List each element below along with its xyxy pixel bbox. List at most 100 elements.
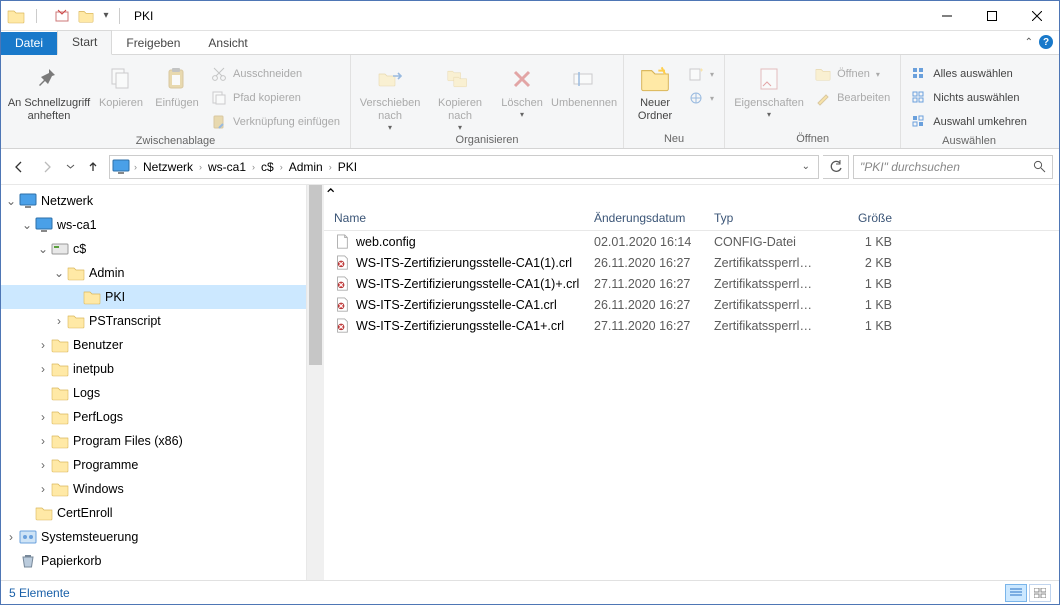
tree-node-certenroll[interactable]: CertEnroll <box>1 501 306 525</box>
copy-to-button[interactable]: Kopieren nach▾ <box>427 61 493 132</box>
nav-tree[interactable]: ⌄Netzwerk ⌄ws-ca1 ⌄c$ ⌄Admin PKI ›PSTran… <box>1 185 307 580</box>
folder-icon <box>67 264 85 282</box>
collapse-ribbon-icon[interactable]: ⌃ <box>1025 37 1033 48</box>
delete-button[interactable]: Löschen▾ <box>497 61 547 119</box>
col-type[interactable]: Typ <box>704 211 822 225</box>
tree-node-logs[interactable]: Logs <box>1 381 306 405</box>
tree-node-inetpub[interactable]: ›inetpub <box>1 357 306 381</box>
select-none-button[interactable]: Nichts auswählen <box>907 87 1031 109</box>
tree-node-pstranscript[interactable]: ›PSTranscript <box>1 309 306 333</box>
select-all-button[interactable]: Alles auswählen <box>907 63 1031 85</box>
table-row[interactable]: WS-ITS-Zertifizierungsstelle-CA1+.crl27.… <box>324 315 1059 336</box>
breadcrumb-seg[interactable]: ws-ca1 <box>204 160 250 174</box>
paste-button[interactable]: Einfügen <box>151 61 203 110</box>
maximize-button[interactable] <box>969 1 1014 30</box>
scissors-icon <box>211 66 227 82</box>
tree-node-programme[interactable]: ›Programme <box>1 453 306 477</box>
tree-node-progx86[interactable]: ›Program Files (x86) <box>1 429 306 453</box>
paste-shortcut-button[interactable]: Verknüpfung einfügen <box>207 111 344 133</box>
crl-file-icon <box>334 318 350 334</box>
open-button[interactable]: Öffnen ▾ <box>811 63 894 85</box>
breadcrumb-seg[interactable]: PKI <box>334 160 361 174</box>
address-bar[interactable]: › Netzwerk› ws-ca1› c$› Admin› PKI ⌄ <box>109 155 819 179</box>
tree-node-benutzer[interactable]: ›Benutzer <box>1 333 306 357</box>
breadcrumb-seg[interactable]: Admin <box>285 160 327 174</box>
help-icon[interactable]: ? <box>1039 35 1053 49</box>
tree-node-systemsteuerung[interactable]: ›Systemsteuerung <box>1 525 306 549</box>
tree-node-admin[interactable]: ⌄Admin <box>1 261 306 285</box>
file-type: CONFIG-Datei <box>704 235 822 249</box>
file-type: Zertifikatssperrliste <box>704 298 822 312</box>
ribbon-group-new: Neuer Ordner ▾ ▾ Neu <box>624 55 725 148</box>
folder-icon <box>51 480 69 498</box>
file-size: 1 KB <box>822 277 902 291</box>
easy-access-button[interactable]: ▾ <box>684 87 718 109</box>
breadcrumb-seg[interactable]: Netzwerk <box>139 160 197 174</box>
tab-view[interactable]: Ansicht <box>194 32 261 55</box>
edit-button[interactable]: Bearbeiten <box>811 87 894 109</box>
tree-node-windows[interactable]: ›Windows <box>1 477 306 501</box>
tree-node-papierkorb[interactable]: Papierkorb <box>1 549 306 573</box>
file-type: Zertifikatssperrliste <box>704 319 822 333</box>
close-button[interactable] <box>1014 1 1059 30</box>
tree-node-perflogs[interactable]: ›PerfLogs <box>1 405 306 429</box>
new-item-icon <box>688 66 704 82</box>
app-folder-icon <box>7 7 25 25</box>
file-size: 2 KB <box>822 256 902 270</box>
search-input[interactable]: "PKI" durchsuchen <box>853 155 1053 179</box>
properties-button[interactable]: Eigenschaften▾ <box>731 61 807 119</box>
col-size[interactable]: Größe <box>822 211 902 225</box>
minimize-button[interactable] <box>924 1 969 30</box>
copy-button[interactable]: Kopieren <box>95 61 147 110</box>
nav-back-button[interactable] <box>7 155 31 179</box>
tab-start[interactable]: Start <box>57 30 112 55</box>
file-date: 02.01.2020 16:14 <box>584 235 704 249</box>
view-icons-button[interactable] <box>1029 584 1051 602</box>
breadcrumb-sep-icon[interactable]: › <box>132 162 139 172</box>
tab-file[interactable]: Datei <box>1 32 57 55</box>
tree-node-netzwerk[interactable]: ⌄Netzwerk <box>1 189 306 213</box>
folder-icon <box>83 288 101 306</box>
config-file-icon <box>334 234 350 250</box>
sort-indicator-icon: ⌃ <box>324 185 1059 205</box>
qat-folder-button[interactable] <box>75 5 97 27</box>
table-row[interactable]: WS-ITS-Zertifizierungsstelle-CA1(1).crl2… <box>324 252 1059 273</box>
col-date[interactable]: Änderungsdatum <box>584 211 704 225</box>
file-type: Zertifikatssperrliste <box>704 277 822 291</box>
move-to-icon <box>375 64 405 94</box>
tree-node-share[interactable]: ⌄c$ <box>1 237 306 261</box>
qat-properties-button[interactable] <box>51 5 73 27</box>
breadcrumb-seg[interactable]: c$ <box>257 160 278 174</box>
nav-up-button[interactable] <box>81 155 105 179</box>
rename-button[interactable]: Umbenennen <box>551 61 617 110</box>
pin-icon <box>35 65 63 93</box>
folder-icon <box>51 360 69 378</box>
table-row[interactable]: WS-ITS-Zertifizierungsstelle-CA1(1)+.crl… <box>324 273 1059 294</box>
folder-icon <box>51 408 69 426</box>
scrollbar[interactable] <box>307 185 324 580</box>
cut-button[interactable]: Ausschneiden <box>207 63 344 85</box>
col-name[interactable]: Name <box>324 211 584 225</box>
tree-node-host[interactable]: ⌄ws-ca1 <box>1 213 306 237</box>
tree-node-pki[interactable]: PKI <box>1 285 306 309</box>
qat-dropdown-icon[interactable]: ▾ <box>99 10 113 21</box>
view-details-button[interactable] <box>1005 584 1027 602</box>
table-row[interactable]: WS-ITS-Zertifizierungsstelle-CA1.crl26.1… <box>324 294 1059 315</box>
nav-forward-button[interactable] <box>35 155 59 179</box>
table-row[interactable]: web.config02.01.2020 16:14CONFIG-Datei1 … <box>324 231 1059 252</box>
pin-quick-access-button[interactable]: An Schnellzugriff anheften <box>7 61 91 123</box>
move-to-button[interactable]: Verschieben nach▾ <box>357 61 423 132</box>
folder-icon <box>51 432 69 450</box>
address-dropdown-icon[interactable]: ⌄ <box>796 161 816 172</box>
main-area: ⌄Netzwerk ⌄ws-ca1 ⌄c$ ⌄Admin PKI ›PSTran… <box>1 185 1059 580</box>
invert-selection-button[interactable]: Auswahl umkehren <box>907 111 1031 133</box>
search-icon <box>1033 160 1046 173</box>
copy-path-button[interactable]: Pfad kopieren <box>207 87 344 109</box>
new-folder-button[interactable]: Neuer Ordner <box>630 61 680 123</box>
nav-history-dropdown[interactable] <box>63 155 77 179</box>
refresh-button[interactable] <box>823 155 849 179</box>
tab-share[interactable]: Freigeben <box>112 32 194 55</box>
new-item-button[interactable]: ▾ <box>684 63 718 85</box>
recycle-bin-icon <box>19 552 37 570</box>
paste-icon <box>164 66 190 92</box>
